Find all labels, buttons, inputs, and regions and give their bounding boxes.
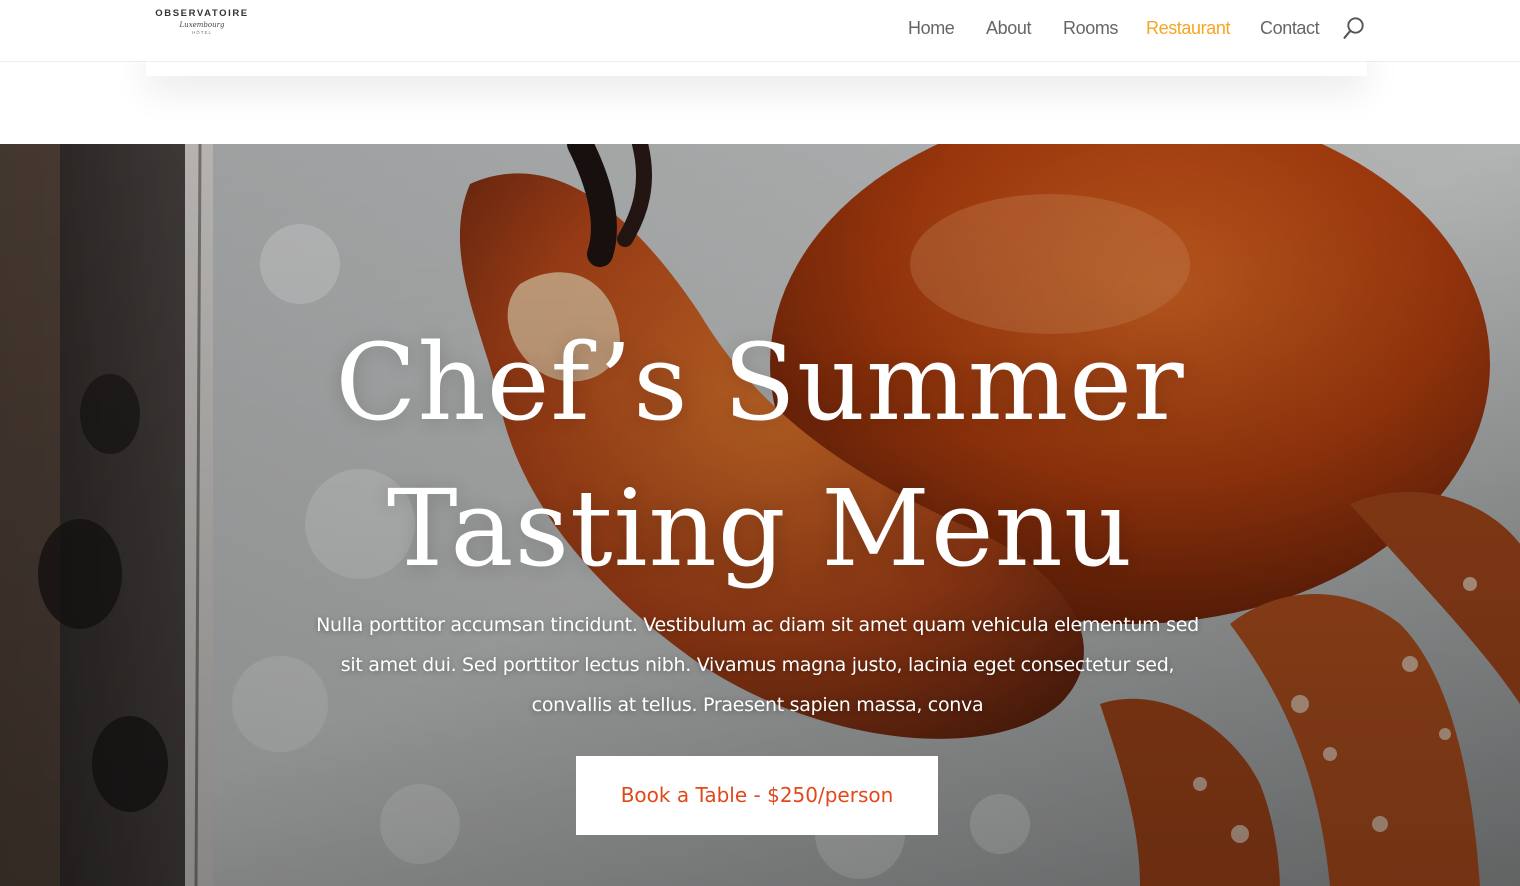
main-nav: Home About Rooms Restaurant Contact [0,17,1520,41]
hero-title-line-2: Tasting Menu [386,467,1134,590]
nav-item-about[interactable]: About [986,17,1031,39]
nav-item-restaurant[interactable]: Restaurant [1146,17,1230,39]
book-table-button[interactable]: Book a Table - $250/person [576,756,938,835]
hero-section: Chef’s Summer Tasting Menu Nulla porttit… [0,144,1520,886]
hero-title-line-1: Chef’s Summer [335,321,1185,444]
nav-item-contact[interactable]: Contact [1260,17,1320,39]
hero-description: Nulla porttitor accumsan tincidunt. Vest… [316,614,1199,716]
hero-title: Chef’s Summer Tasting Menu [0,310,1520,602]
search-icon [1343,17,1364,39]
nav-item-rooms[interactable]: Rooms [1063,17,1118,39]
nav-item-home[interactable]: Home [908,17,955,39]
site-header: OBSERVATOIRE Luxembourg HÔTEL Home About… [0,0,1520,61]
search-button[interactable] [1342,16,1366,42]
